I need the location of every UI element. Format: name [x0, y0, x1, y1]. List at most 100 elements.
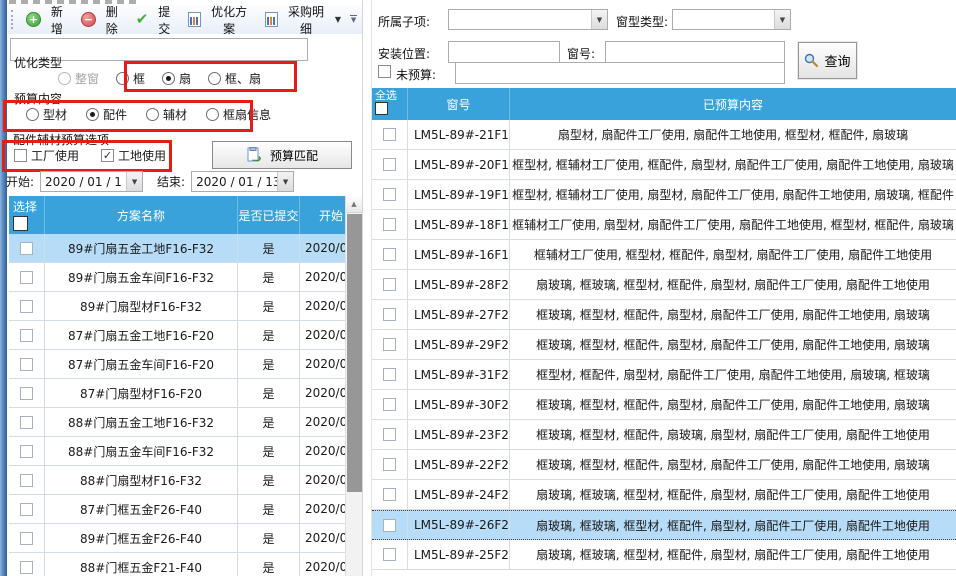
plan-submitted-cell: 是: [238, 495, 300, 523]
select-all-checkbox[interactable]: [375, 102, 388, 115]
submit-button[interactable]: ✔ 提交: [130, 1, 182, 39]
chevron-down-icon[interactable]: ▼: [277, 172, 293, 191]
toolbar-grip[interactable]: [11, 10, 15, 29]
row-checkbox[interactable]: [20, 329, 33, 342]
plan-table-row[interactable]: 89#门扇型材F16-F32是2020/0: [9, 292, 362, 321]
submit-button-label: 提交: [152, 3, 176, 37]
window-table-row[interactable]: LM5L-89#-25F23扇玻璃, 框玻璃, 框型材, 框配件, 扇型材, 扇…: [372, 540, 956, 570]
plan-table-row[interactable]: 87#门扇五金车间F16-F20是2020/0: [9, 350, 362, 379]
row-checkbox[interactable]: [383, 128, 396, 141]
radio-icon[interactable]: [146, 108, 159, 121]
radio-icon[interactable]: [208, 72, 221, 85]
row-checkbox[interactable]: [383, 548, 396, 561]
window-table-row[interactable]: LM5L-89#-30F28框玻璃, 框型材, 框配件, 扇型材, 扇配件工厂使…: [372, 390, 956, 420]
chevron-down-icon[interactable]: ▼: [126, 172, 142, 191]
plan-table-scrollbar[interactable]: ▲: [345, 196, 362, 576]
row-checkbox[interactable]: [20, 242, 33, 255]
radio-icon[interactable]: [116, 72, 129, 85]
plan-table-row[interactable]: 88#门扇五金工地F16-F32是2020/0: [9, 408, 362, 437]
opt-type-option[interactable]: 框、扇: [208, 70, 261, 87]
window-table-row[interactable]: LM5L-89#-23F21框玻璃, 框型材, 框配件, 扇玻璃, 扇型材, 扇…: [372, 420, 956, 450]
window-table-row[interactable]: LM5L-89#-28F26扇玻璃, 框玻璃, 框型材, 框配件, 扇型材, 扇…: [372, 270, 956, 300]
window-table-row[interactable]: LM5L-89#-31F29框型材, 框配件, 扇型材, 扇配件工厂使用, 扇配…: [372, 360, 956, 390]
row-checkbox[interactable]: [20, 445, 33, 458]
checkbox-icon[interactable]: [14, 149, 27, 162]
install-position-input[interactable]: [448, 41, 560, 63]
unbudgeted-checkbox[interactable]: [378, 65, 391, 78]
plan-table-row[interactable]: 88#门框五金F21-F40是2020/0: [9, 553, 362, 576]
sub-item-combobox[interactable]: ▼: [448, 9, 608, 30]
radio-icon[interactable]: [162, 72, 175, 85]
row-checkbox[interactable]: [383, 458, 396, 471]
window-table-row[interactable]: LM5L-89#-19F17框型材, 框辅材工厂使用, 扇型材, 扇配件工厂使用…: [372, 180, 956, 210]
row-checkbox[interactable]: [20, 416, 33, 429]
plan-table-row[interactable]: 89#门扇五金工地F16-F32是2020/0: [9, 234, 362, 263]
row-checkbox[interactable]: [383, 428, 396, 441]
row-checkbox[interactable]: [383, 368, 396, 381]
row-checkbox[interactable]: [20, 300, 33, 313]
chevron-down-icon[interactable]: ▼: [591, 10, 607, 29]
scroll-up-arrow-icon[interactable]: ▲: [346, 196, 362, 213]
window-table-row[interactable]: LM5L-89#-22F20框玻璃, 框型材, 框配件, 扇型材, 扇配件工厂使…: [372, 450, 956, 480]
row-checkbox[interactable]: [20, 358, 33, 371]
plan-table-row[interactable]: 89#门框五金F26-F40是2020/0: [9, 524, 362, 553]
optimize-plan-button[interactable]: 优化方案: [182, 1, 259, 39]
purchase-detail-button[interactable]: 采购明细 ▼: [259, 1, 347, 39]
select-all-checkbox[interactable]: [13, 216, 28, 231]
budget-content-option[interactable]: 框扇信息: [206, 106, 271, 123]
checkbox-icon[interactable]: [101, 149, 114, 162]
row-checkbox[interactable]: [383, 488, 396, 501]
acc-usage-option[interactable]: 工厂使用: [14, 147, 79, 164]
query-button[interactable]: 查询: [798, 42, 857, 79]
plan-table-row[interactable]: 87#门扇型材F16-F20是2020/0: [9, 379, 362, 408]
window-table-row[interactable]: LM5L-89#-20F18框型材, 框辅材工厂使用, 框配件, 扇型材, 扇配…: [372, 150, 956, 180]
budget-match-button[interactable]: 预算匹配: [212, 141, 352, 169]
row-checkbox[interactable]: [383, 278, 396, 291]
plan-table-row[interactable]: 89#门扇五金车间F16-F32是2020/0: [9, 263, 362, 292]
plan-table-row[interactable]: 87#门扇五金工地F16-F20是2020/0: [9, 321, 362, 350]
window-table-row[interactable]: LM5L-89#-27F25框玻璃, 框型材, 框配件, 扇型材, 扇配件工厂使…: [372, 300, 956, 330]
scrollbar-thumb[interactable]: [347, 214, 362, 492]
start-date-picker[interactable]: 2020 / 01 / 1 ▼: [40, 171, 143, 192]
window-table-row[interactable]: LM5L-89#-18F16框辅材工厂使用, 扇型材, 扇配件工厂使用, 扇配件…: [372, 210, 956, 240]
opt-type-option[interactable]: 框: [116, 70, 145, 87]
row-checkbox[interactable]: [383, 398, 396, 411]
plan-table-row[interactable]: 87#门框五金F26-F40是2020/0: [9, 495, 362, 524]
row-checkbox[interactable]: [20, 387, 33, 400]
opt-type-option[interactable]: 扇: [162, 70, 191, 87]
window-type-combobox[interactable]: ▼: [672, 9, 791, 30]
row-checkbox[interactable]: [383, 248, 396, 261]
acc-usage-option[interactable]: 工地使用: [101, 147, 166, 164]
radio-icon[interactable]: [26, 108, 39, 121]
row-checkbox[interactable]: [383, 158, 396, 171]
chevron-down-icon[interactable]: ▼: [774, 10, 790, 29]
budget-content-option[interactable]: 辅材: [146, 106, 187, 123]
toolbar-overflow-button[interactable]: ▼: [347, 10, 360, 30]
row-checkbox[interactable]: [20, 561, 33, 574]
plan-table-row[interactable]: 88#门扇型材F16-F32是2020/0: [9, 466, 362, 495]
budget-content-option[interactable]: 配件: [86, 106, 127, 123]
radio-icon[interactable]: [206, 108, 219, 121]
end-date-picker[interactable]: 2020 / 01 / 13 ▼: [191, 171, 294, 192]
unbudgeted-input[interactable]: [455, 62, 785, 84]
window-table-row[interactable]: LM5L-89#-24F22扇玻璃, 框玻璃, 框型材, 框配件, 扇型材, 扇…: [372, 480, 956, 510]
window-table-row[interactable]: LM5L-89#-16F15框辅材工厂使用, 框型材, 框配件, 扇型材, 扇配…: [372, 240, 956, 270]
window-table-row[interactable]: LM5L-89#-29F27框玻璃, 框型材, 框配件, 扇型材, 扇配件工厂使…: [372, 330, 956, 360]
row-checkbox[interactable]: [383, 338, 396, 351]
row-checkbox[interactable]: [383, 519, 396, 532]
row-checkbox[interactable]: [383, 308, 396, 321]
row-checkbox[interactable]: [20, 532, 33, 545]
radio-icon[interactable]: [86, 108, 99, 121]
row-checkbox[interactable]: [383, 188, 396, 201]
row-checkbox[interactable]: [20, 474, 33, 487]
row-checkbox[interactable]: [20, 271, 33, 284]
budget-content-option[interactable]: 型材: [26, 106, 67, 123]
window-table-row[interactable]: LM5L-89#-21F19扇型材, 扇配件工厂使用, 扇配件工地使用, 框型材…: [372, 120, 956, 150]
row-checkbox[interactable]: [20, 503, 33, 516]
delete-button[interactable]: − 删除: [75, 1, 130, 39]
add-button[interactable]: + 新增: [20, 1, 75, 39]
window-no-input[interactable]: [605, 41, 785, 63]
plan-table-row[interactable]: 88#门扇五金车间F16-F32是2020/0: [9, 437, 362, 466]
window-table-row[interactable]: LM5L-89#-26F24扇玻璃, 框玻璃, 框型材, 框配件, 扇型材, 扇…: [372, 510, 956, 540]
row-checkbox[interactable]: [383, 218, 396, 231]
